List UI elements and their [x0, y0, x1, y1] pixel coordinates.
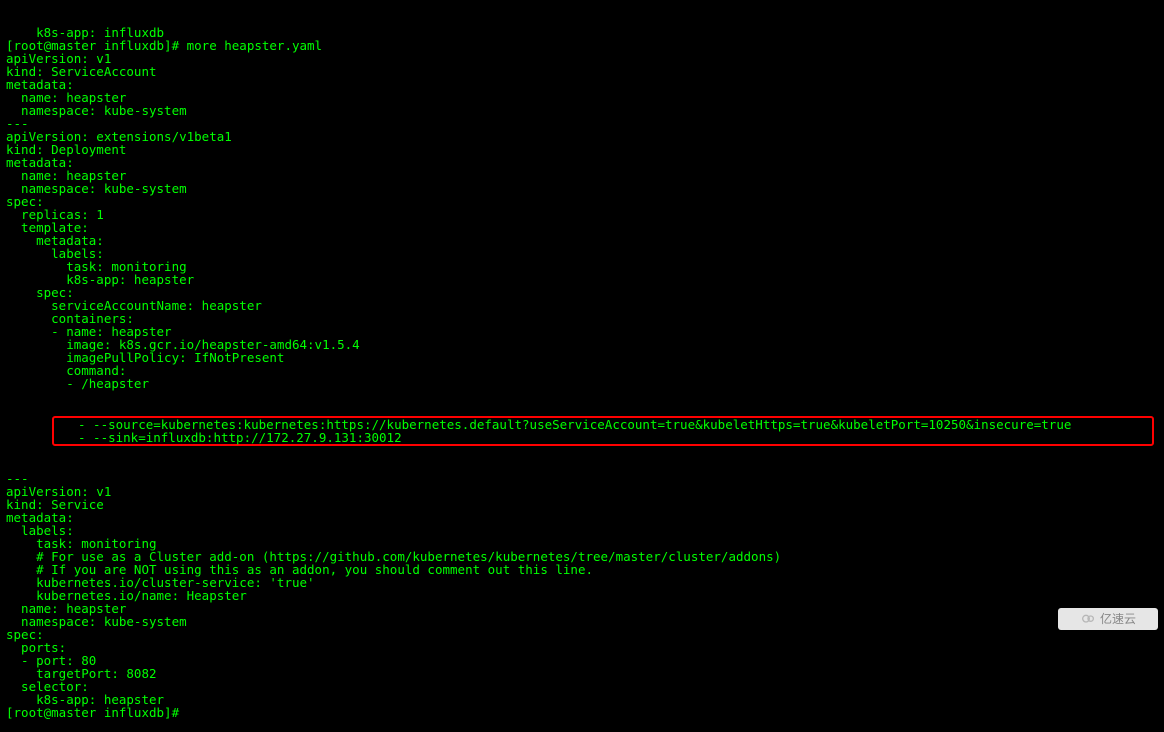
- cloud-icon: [1080, 610, 1096, 629]
- terminal-line: metadata:: [6, 156, 1158, 169]
- terminal-line: selector:: [6, 680, 1158, 693]
- terminal-line: spec:: [6, 628, 1158, 641]
- terminal-line: apiVersion: v1: [6, 52, 1158, 65]
- terminal-line: kind: Deployment: [6, 143, 1158, 156]
- terminal-line: command:: [6, 364, 1158, 377]
- terminal-line: namespace: kube-system: [6, 182, 1158, 195]
- terminal-line: containers:: [6, 312, 1158, 325]
- watermark-badge: 亿速云: [1058, 608, 1158, 630]
- terminal-line: ---: [6, 472, 1158, 485]
- terminal-line: [root@master influxdb]#: [6, 706, 1158, 719]
- terminal-line: kubernetes.io/name: Heapster: [6, 589, 1158, 602]
- terminal-output-bottom: ---apiVersion: v1kind: Servicemetadata: …: [6, 472, 1158, 719]
- terminal-line: serviceAccountName: heapster: [6, 299, 1158, 312]
- terminal-line: apiVersion: v1: [6, 485, 1158, 498]
- terminal-line: namespace: kube-system: [6, 615, 1158, 628]
- terminal-line: - port: 80: [6, 654, 1158, 667]
- terminal-window[interactable]: k8s-app: influxdb[root@master influxdb]#…: [0, 0, 1164, 634]
- terminal-line: - /heapster: [6, 377, 1158, 390]
- terminal-line: metadata:: [6, 511, 1158, 524]
- terminal-line: kind: ServiceAccount: [6, 65, 1158, 78]
- terminal-line: targetPort: 8082: [6, 667, 1158, 680]
- terminal-line: [root@master influxdb]# more heapster.ya…: [6, 39, 1158, 52]
- terminal-line: ports:: [6, 641, 1158, 654]
- terminal-line: apiVersion: extensions/v1beta1: [6, 130, 1158, 143]
- terminal-line: metadata:: [6, 78, 1158, 91]
- terminal-line: imagePullPolicy: IfNotPresent: [6, 351, 1158, 364]
- terminal-line: metadata:: [6, 234, 1158, 247]
- terminal-line: labels:: [6, 524, 1158, 537]
- terminal-line: k8s-app: heapster: [6, 273, 1158, 286]
- terminal-line: k8s-app: heapster: [6, 693, 1158, 706]
- terminal-line: - --sink=influxdb:http://172.27.9.131:30…: [54, 431, 1152, 444]
- terminal-line: kind: Service: [6, 498, 1158, 511]
- terminal-output-top: k8s-app: influxdb[root@master influxdb]#…: [6, 26, 1158, 390]
- terminal-line: spec:: [6, 195, 1158, 208]
- highlight-annotation-box: - --source=kubernetes:kubernetes:https:/…: [52, 416, 1154, 446]
- terminal-line: template:: [6, 221, 1158, 234]
- terminal-line: namespace: kube-system: [6, 104, 1158, 117]
- terminal-line: replicas: 1: [6, 208, 1158, 221]
- watermark-text: 亿速云: [1100, 613, 1136, 626]
